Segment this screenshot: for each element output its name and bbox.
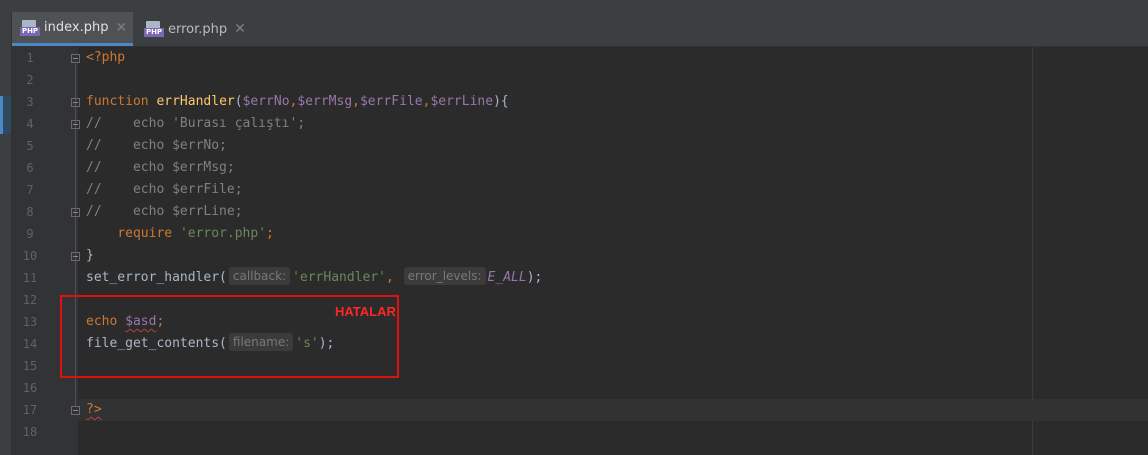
tool-strip-accent bbox=[0, 96, 3, 134]
fold-icon[interactable] bbox=[71, 406, 80, 415]
line-number: 13 bbox=[22, 315, 38, 329]
php-file-icon: PHP bbox=[144, 21, 164, 37]
line-number: 15 bbox=[22, 359, 38, 373]
code-line-9[interactable]: require 'error.php'; bbox=[86, 223, 274, 245]
close-icon[interactable]: ✕ bbox=[115, 20, 127, 36]
line-number: 2 bbox=[26, 73, 34, 87]
line-number: 8 bbox=[26, 205, 34, 219]
line-number: 11 bbox=[22, 271, 38, 285]
current-line-highlight bbox=[78, 399, 1148, 421]
line-number: 1 bbox=[26, 51, 34, 65]
php-file-icon: PHP bbox=[20, 19, 40, 36]
tab-label: error.php bbox=[168, 21, 228, 37]
editor-tab-bar: PHP index.php ✕ PHP error.php ✕ bbox=[12, 12, 1148, 47]
error-annotation-label: HATALAR bbox=[335, 304, 396, 319]
right-margin-guide bbox=[1032, 47, 1033, 455]
code-line-5[interactable]: // echo $errNo; bbox=[86, 135, 227, 157]
line-number: 9 bbox=[26, 227, 34, 241]
code-line-7[interactable]: // echo $errFile; bbox=[86, 179, 243, 201]
left-tool-strip bbox=[0, 12, 12, 455]
tab-label: index.php bbox=[44, 20, 109, 35]
code-line-11[interactable]: set_error_handler(callback:'errHandler',… bbox=[86, 267, 542, 289]
line-number: 14 bbox=[22, 337, 38, 351]
line-number: 18 bbox=[22, 425, 38, 439]
line-number: 12 bbox=[22, 293, 38, 307]
tab-error-php[interactable]: PHP error.php ✕ bbox=[142, 12, 252, 46]
code-line-3[interactable]: function errHandler($errNo,$errMsg,$errF… bbox=[86, 91, 509, 113]
fold-icon[interactable] bbox=[71, 98, 80, 107]
tab-index-php[interactable]: PHP index.php ✕ bbox=[12, 12, 133, 46]
code-line-6[interactable]: // echo $errMsg; bbox=[86, 157, 235, 179]
fold-icon[interactable] bbox=[71, 120, 80, 129]
fold-icon[interactable] bbox=[71, 54, 80, 63]
code-line-8[interactable]: // echo $errLine; bbox=[86, 201, 243, 223]
code-line-17[interactable]: ?> bbox=[86, 399, 102, 421]
fold-icon[interactable] bbox=[71, 252, 80, 261]
line-number: 4 bbox=[26, 117, 34, 131]
parameter-hint: callback: bbox=[228, 267, 291, 285]
code-line-1[interactable]: <?php bbox=[86, 47, 125, 69]
line-number: 17 bbox=[22, 403, 38, 417]
line-number: 3 bbox=[26, 95, 34, 109]
code-line-4[interactable]: // echo 'Burası çalıştı'; bbox=[86, 113, 305, 135]
line-number: 5 bbox=[26, 139, 34, 153]
parameter-hint: error_levels: bbox=[403, 267, 486, 285]
line-number: 6 bbox=[26, 161, 34, 175]
line-number: 10 bbox=[22, 249, 38, 263]
close-icon[interactable]: ✕ bbox=[234, 21, 246, 37]
fold-icon[interactable] bbox=[71, 208, 80, 217]
line-number: 7 bbox=[26, 183, 34, 197]
code-line-10[interactable]: } bbox=[86, 245, 94, 267]
line-number: 16 bbox=[22, 381, 38, 395]
